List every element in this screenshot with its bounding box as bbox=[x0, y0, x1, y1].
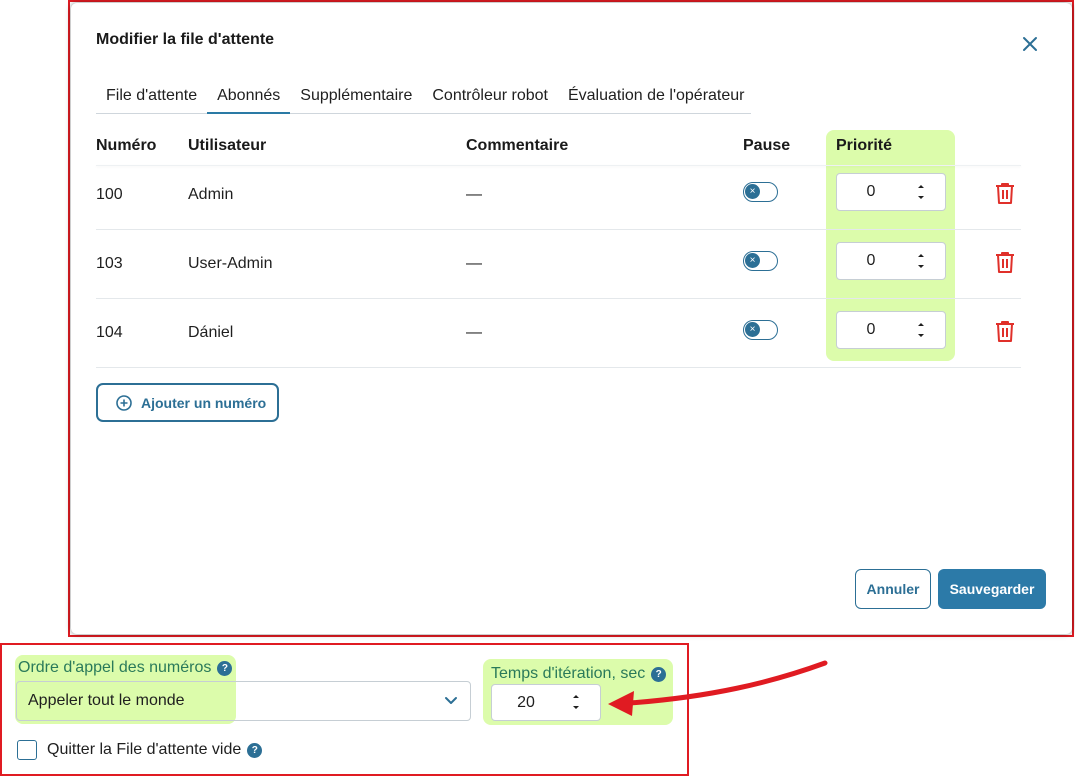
row-number: 100 bbox=[96, 186, 123, 203]
iteration-time-input[interactable]: 20 bbox=[491, 684, 601, 721]
stepper-arrows-icon[interactable] bbox=[915, 180, 927, 204]
close-icon[interactable] bbox=[1019, 33, 1041, 55]
chevron-down-icon bbox=[445, 697, 457, 704]
add-number-label: Ajouter un numéro bbox=[141, 394, 267, 411]
priority-stepper[interactable]: 0 bbox=[836, 173, 946, 211]
x-icon: × bbox=[745, 184, 760, 199]
trash-icon[interactable] bbox=[994, 250, 1016, 274]
row-user: User-Admin bbox=[188, 255, 273, 272]
column-header-comment: Commentaire bbox=[466, 137, 569, 154]
priority-value: 0 bbox=[866, 321, 876, 338]
table-row: 104 Dániel — × 0 bbox=[96, 299, 1021, 368]
stepper-arrows-icon[interactable] bbox=[570, 690, 582, 714]
stepper-arrows-icon[interactable] bbox=[915, 249, 927, 273]
stepper-arrows-icon[interactable] bbox=[915, 318, 927, 342]
table-row: 103 User-Admin — × 0 bbox=[96, 230, 1021, 299]
tab-operator-rating[interactable]: Évaluation de l'opérateur bbox=[558, 83, 755, 114]
column-header-pause: Pause bbox=[743, 137, 791, 154]
pause-toggle[interactable]: × bbox=[743, 182, 778, 202]
row-comment: — bbox=[466, 255, 482, 272]
priority-value: 0 bbox=[866, 183, 876, 200]
priority-stepper[interactable]: 0 bbox=[836, 311, 946, 349]
trash-icon[interactable] bbox=[994, 319, 1016, 343]
tab-robot-controller[interactable]: Contrôleur robot bbox=[422, 83, 558, 114]
row-number: 104 bbox=[96, 324, 123, 341]
quit-empty-queue-checkbox[interactable] bbox=[17, 740, 37, 760]
tab-additional[interactable]: Supplémentaire bbox=[290, 83, 422, 114]
call-order-label-text: Ordre d'appel des numéros bbox=[18, 659, 212, 676]
priority-stepper[interactable]: 0 bbox=[836, 242, 946, 280]
row-comment: — bbox=[466, 186, 482, 203]
tab-bar: File d'attente Abonnés Supplémentaire Co… bbox=[96, 83, 751, 114]
cancel-button[interactable]: Annuler bbox=[855, 569, 931, 609]
priority-value: 0 bbox=[866, 252, 876, 269]
tab-subscribers[interactable]: Abonnés bbox=[207, 83, 291, 114]
quit-empty-queue-label-text: Quitter la File d'attente vide bbox=[47, 741, 242, 758]
row-user: Dániel bbox=[188, 324, 234, 341]
column-header-user: Utilisateur bbox=[188, 137, 267, 154]
x-icon: × bbox=[745, 322, 760, 337]
x-icon: × bbox=[745, 253, 760, 268]
call-order-select[interactable]: Appeler tout le monde bbox=[16, 681, 471, 721]
call-order-value: Appeler tout le monde bbox=[28, 692, 185, 709]
row-comment: — bbox=[466, 324, 482, 341]
call-order-label: Ordre d'appel des numéros ? bbox=[18, 659, 233, 677]
annotation-arrow bbox=[608, 660, 828, 716]
pause-toggle[interactable]: × bbox=[743, 320, 778, 340]
table-row: 100 Admin — × 0 bbox=[96, 161, 1021, 230]
help-icon[interactable]: ? bbox=[217, 660, 233, 676]
trash-icon[interactable] bbox=[994, 181, 1016, 205]
column-header-priority: Priorité bbox=[836, 137, 893, 154]
pause-toggle[interactable]: × bbox=[743, 251, 778, 271]
tab-queue[interactable]: File d'attente bbox=[96, 83, 207, 114]
column-header-number: Numéro bbox=[96, 137, 157, 154]
row-user: Admin bbox=[188, 186, 234, 203]
help-icon[interactable]: ? bbox=[247, 742, 263, 758]
edit-queue-dialog: Modifier la file d'attente File d'attent… bbox=[71, 3, 1072, 634]
dialog-title: Modifier la file d'attente bbox=[96, 31, 275, 48]
quit-empty-queue-label: Quitter la File d'attente vide ? bbox=[47, 740, 263, 760]
add-number-button[interactable]: Ajouter un numéro bbox=[96, 383, 279, 422]
iteration-time-value: 20 bbox=[517, 694, 535, 711]
save-button[interactable]: Sauvegarder bbox=[938, 569, 1046, 609]
row-number: 103 bbox=[96, 255, 123, 272]
plus-circle-icon bbox=[116, 394, 132, 411]
